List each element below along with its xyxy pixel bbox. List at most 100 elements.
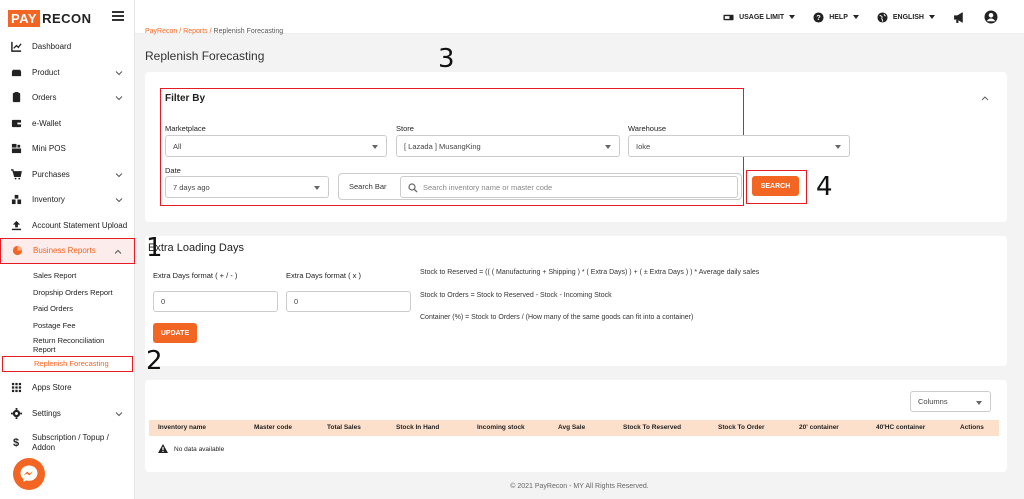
cart-icon — [10, 169, 22, 180]
logo-recon-text: RECON — [42, 10, 92, 26]
sidebar-item-apps-store[interactable]: Apps Store — [0, 375, 135, 401]
usage-limit-icon — [723, 14, 734, 20]
column-header-master-code[interactable]: Master code — [254, 424, 292, 431]
chevron-up-icon — [114, 249, 122, 254]
caret-down-icon — [976, 401, 982, 405]
sidebar-item-label: Business Reports — [33, 246, 96, 256]
sidebar-item-mini-pos[interactable]: Mini POS — [0, 136, 135, 162]
columns-select[interactable]: Columns — [910, 391, 991, 412]
sidebar-subitem-label: Dropship Orders Report — [33, 287, 113, 297]
caret-down-icon — [314, 186, 320, 190]
sidebar-subitem-postage-fee[interactable]: Postage Fee — [0, 317, 135, 334]
column-header-stock-to-order[interactable]: Stock To Order — [718, 424, 764, 431]
language-label: ENGLISH — [892, 13, 924, 21]
marketplace-select[interactable]: All — [165, 135, 387, 157]
sidebar-item-dashboard[interactable]: Dashboard — [0, 34, 135, 60]
breadcrumb-reports-link[interactable]: Reports — [183, 28, 208, 35]
messenger-icon — [20, 465, 38, 482]
hamburger-menu-icon[interactable] — [112, 11, 124, 21]
caret-down-icon — [929, 15, 935, 19]
columns-label: Columns — [918, 397, 948, 406]
breadcrumb-current: Replenish Forecasting — [213, 28, 284, 35]
logo-pay-text: PAY — [8, 9, 41, 27]
column-header-incoming-stock[interactable]: Incoming stock — [477, 424, 525, 431]
caret-down-icon — [852, 15, 859, 19]
sidebar-subitem-dropship-orders-report[interactable]: Dropship Orders Report — [0, 284, 135, 301]
top-actions: USAGE LIMIT ? HELP ENGLISH — [723, 10, 998, 24]
sidebar-item-product[interactable]: Product — [0, 60, 135, 86]
search-button[interactable]: SEARCH — [752, 176, 799, 196]
sidebar-item-label: Account Statement Upload — [32, 220, 128, 230]
extra-days-plus-minus-input[interactable]: 0 — [153, 291, 278, 312]
inventory-icon — [10, 194, 22, 205]
sidebar-subitem-label: Sales Report — [33, 271, 77, 281]
warehouse-value: Ioke — [636, 141, 651, 151]
warehouse-label: Warehouse — [628, 124, 667, 133]
column-header-20-container[interactable]: 20' container — [799, 424, 839, 431]
chart-icon — [10, 41, 22, 53]
sidebar-nav: Dashboard Product Orders e-Wallet Mini P… — [0, 34, 135, 460]
usage-limit-label: USAGE LIMIT — [739, 13, 785, 21]
filter-title: Filter By — [165, 93, 206, 104]
column-header-avg-sale[interactable]: Avg Sale — [558, 424, 585, 431]
extra-days-multiply-label: Extra Days format ( x ) — [286, 271, 362, 280]
column-header-actions[interactable]: Actions — [960, 424, 984, 431]
language-dropdown[interactable]: ENGLISH — [877, 11, 935, 23]
column-header-inventory-name[interactable]: Inventory name — [158, 424, 206, 431]
pie-icon — [11, 245, 23, 256]
sidebar-subitem-label: Replenish Forecasting — [34, 359, 109, 369]
breadcrumb: PayRecon / Reports / Replenish Forecasti… — [145, 28, 283, 35]
announcement-button[interactable] — [953, 11, 966, 24]
chevron-down-icon — [115, 411, 123, 416]
store-select[interactable]: [ Lazada ] MusangKing — [396, 135, 620, 157]
update-button[interactable]: UPDATE — [153, 323, 197, 343]
messenger-chat-button[interactable] — [13, 458, 45, 490]
sidebar-item-orders[interactable]: Orders — [0, 85, 135, 111]
sidebar-item-business-reports[interactable]: Business Reports — [0, 238, 135, 264]
dollar-icon: $ — [12, 437, 20, 449]
payrecon-logo[interactable]: PAY RECON — [8, 8, 92, 28]
extra-days-multiply-input[interactable]: 0 — [286, 291, 411, 312]
help-dropdown[interactable]: ? HELP — [813, 11, 859, 23]
marketplace-label: Marketplace — [165, 124, 206, 133]
search-input[interactable]: Search inventory name or master code — [400, 176, 738, 198]
sidebar-item-label: Subscription / Topup / Addon — [32, 433, 109, 452]
breadcrumb-separator: / — [179, 28, 182, 35]
sidebar-item-purchases[interactable]: Purchases — [0, 162, 135, 188]
date-label: Date — [165, 166, 181, 175]
user-avatar-button[interactable] — [984, 10, 998, 24]
sidebar-item-label: Product — [32, 67, 60, 77]
annotation-number-4: 4 — [816, 172, 833, 202]
sidebar-item-inventory[interactable]: Inventory — [0, 187, 135, 213]
footer-copyright: © 2021 PayRecon - MY All Rights Reserved… — [510, 483, 649, 490]
sidebar: PAY RECON Dashboard Product Orders e-Wal… — [0, 0, 135, 499]
store-value: [ Lazada ] MusangKing — [404, 141, 481, 151]
sidebar-item-subscription[interactable]: $ Subscription / Topup / Addon — [0, 426, 135, 460]
pos-icon — [10, 143, 22, 154]
sidebar-subitem-replenish-forecasting[interactable]: Replenish Forecasting — [2, 355, 133, 372]
column-header-40hc-container[interactable]: 40'HC container — [876, 424, 925, 431]
column-header-stock-in-hand[interactable]: Stock In Hand — [396, 424, 439, 431]
column-header-total-sales[interactable]: Total Sales — [327, 424, 361, 431]
orders-icon — [10, 92, 22, 103]
date-select[interactable]: 7 days ago — [165, 176, 329, 198]
extra-days-multiply-value: 0 — [294, 297, 299, 306]
sidebar-subitem-paid-orders[interactable]: Paid Orders — [0, 301, 135, 318]
sidebar-item-ewallet[interactable]: e-Wallet — [0, 111, 135, 137]
sidebar-subitem-return-reconciliation-report[interactable]: Return Reconciliation Report — [0, 334, 135, 356]
sidebar-item-settings[interactable]: Settings — [0, 401, 135, 427]
sidebar-item-account-statement-upload[interactable]: Account Statement Upload — [0, 213, 135, 239]
product-icon — [10, 67, 22, 78]
sidebar-subitem-sales-report[interactable]: Sales Report — [0, 268, 135, 285]
collapse-chevron-up-icon[interactable] — [981, 95, 989, 101]
sidebar-subitem-label: Postage Fee — [33, 320, 76, 330]
column-header-stock-to-reserved[interactable]: Stock To Reserved — [623, 424, 681, 431]
warehouse-select[interactable]: Ioke — [628, 135, 850, 157]
breadcrumb-home-link[interactable]: PayRecon — [145, 28, 177, 35]
extra-days-plus-minus-label: Extra Days format ( + / - ) — [153, 271, 238, 280]
sidebar-subitem-label: Return Reconciliation Report — [33, 335, 105, 354]
svg-text:?: ? — [816, 12, 821, 21]
usage-limit-dropdown[interactable]: USAGE LIMIT — [723, 12, 796, 23]
annotation-number-3: 3 — [438, 44, 455, 74]
warning-icon — [158, 444, 168, 453]
